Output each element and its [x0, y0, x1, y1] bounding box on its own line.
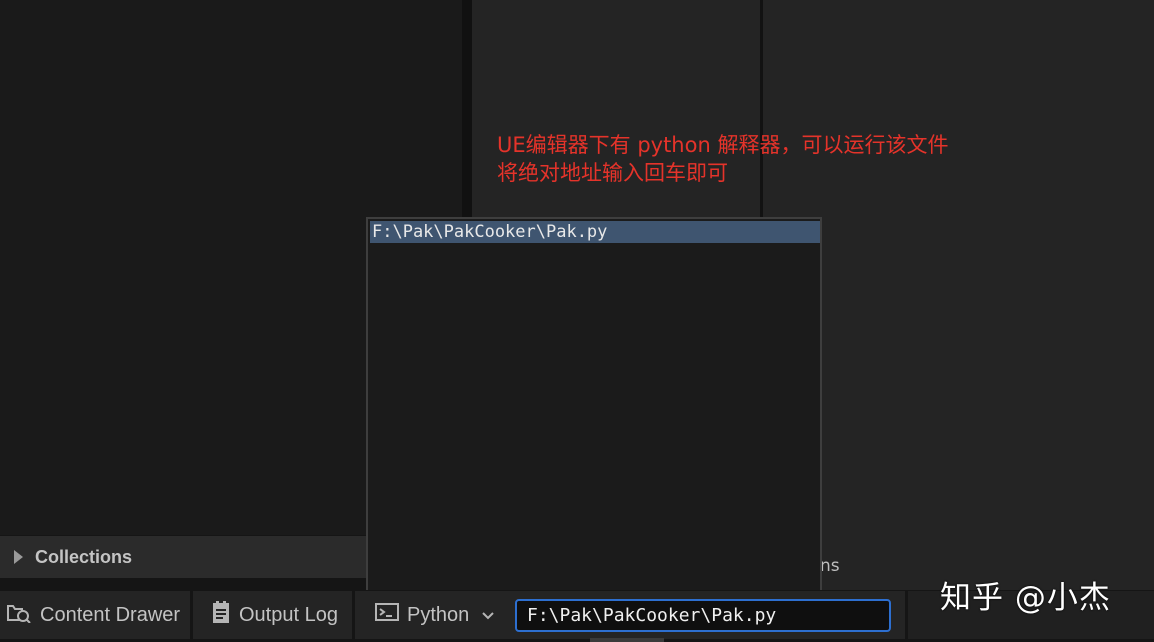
output-log-icon: [211, 600, 231, 630]
history-item[interactable]: F:\Pak\PakCooker\Pak.py: [370, 221, 820, 243]
triangle-right-icon[interactable]: [14, 550, 23, 564]
chevron-down-icon: [481, 604, 495, 627]
annotation-text: UE编辑器下有 python 解释器，可以运行该文件 将绝对地址输入回车即可: [497, 131, 948, 187]
content-drawer-label: Content Drawer: [40, 603, 181, 626]
command-history-popup: F:\Pak\PakCooker\Pak.py: [366, 217, 822, 597]
editor-window: ns Collections UE编辑器下有 python 解释器，可以运行该文…: [0, 0, 1154, 642]
output-log-button[interactable]: Output Log: [193, 591, 352, 639]
content-drawer-icon: [6, 601, 32, 629]
content-drawer-button[interactable]: Content Drawer: [0, 591, 190, 639]
scrollbar-thumb[interactable]: [590, 638, 664, 642]
annotation-line-2: 将绝对地址输入回车即可: [497, 161, 728, 185]
python-mode-dropdown[interactable]: Python: [355, 591, 507, 639]
output-log-label: Output Log: [239, 603, 338, 626]
collections-label: Collections: [35, 546, 133, 567]
collections-header[interactable]: Collections: [0, 536, 370, 578]
annotation-line-1: UE编辑器下有 python 解释器，可以运行该文件: [497, 133, 949, 157]
watermark: 知乎 @小杰: [940, 580, 1111, 616]
right-panel-partial-label: ns: [820, 556, 840, 576]
console-icon: [375, 602, 399, 628]
python-command-input[interactable]: [515, 599, 891, 632]
python-mode-label: Python: [407, 603, 470, 626]
